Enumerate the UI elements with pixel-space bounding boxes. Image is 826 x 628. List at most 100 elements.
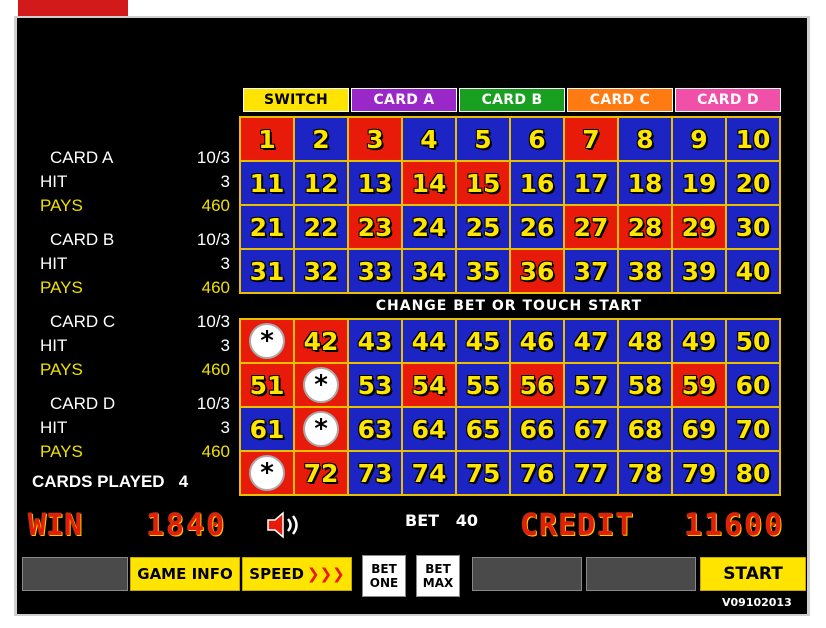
keno-number-67[interactable]: 67 bbox=[565, 408, 617, 450]
keno-number-49[interactable]: 49 bbox=[673, 320, 725, 362]
keno-number-52[interactable]: * bbox=[295, 364, 347, 406]
keno-number-21[interactable]: 21 bbox=[241, 206, 293, 248]
keno-number-64[interactable]: 64 bbox=[403, 408, 455, 450]
keno-number-54[interactable]: 54 bbox=[403, 364, 455, 406]
game-info-button[interactable]: GAME INFO bbox=[130, 557, 240, 591]
keno-number-22[interactable]: 22 bbox=[295, 206, 347, 248]
keno-number-79[interactable]: 79 bbox=[673, 452, 725, 494]
keno-number-32[interactable]: 32 bbox=[295, 250, 347, 292]
keno-number-41[interactable]: * bbox=[241, 320, 293, 362]
keno-number-23[interactable]: 23 bbox=[349, 206, 401, 248]
keno-number-53[interactable]: 53 bbox=[349, 364, 401, 406]
keno-number-72[interactable]: 72 bbox=[295, 452, 347, 494]
keno-number-51[interactable]: 51 bbox=[241, 364, 293, 406]
keno-number-42[interactable]: 42 bbox=[295, 320, 347, 362]
keno-number-18[interactable]: 18 bbox=[619, 162, 671, 204]
keno-number-68[interactable]: 68 bbox=[619, 408, 671, 450]
bet-one-button[interactable]: BET ONE bbox=[362, 555, 406, 597]
keno-number-34[interactable]: 34 bbox=[403, 250, 455, 292]
keno-number-50[interactable]: 50 bbox=[727, 320, 779, 362]
keno-number-5[interactable]: 5 bbox=[457, 118, 509, 160]
keno-number-47[interactable]: 47 bbox=[565, 320, 617, 362]
keno-number-70[interactable]: 70 bbox=[727, 408, 779, 450]
keno-number-78[interactable]: 78 bbox=[619, 452, 671, 494]
keno-number-label: 35 bbox=[465, 256, 501, 286]
keno-number-55[interactable]: 55 bbox=[457, 364, 509, 406]
keno-number-2[interactable]: 2 bbox=[295, 118, 347, 160]
keno-number-40[interactable]: 40 bbox=[727, 250, 779, 292]
keno-number-36[interactable]: 36 bbox=[511, 250, 563, 292]
blank-button-right[interactable] bbox=[586, 557, 696, 591]
keno-number-10[interactable]: 10 bbox=[727, 118, 779, 160]
keno-number-11[interactable]: 11 bbox=[241, 162, 293, 204]
speed-button[interactable]: SPEED ❯❯❯ bbox=[242, 557, 352, 591]
keno-number-label: 37 bbox=[573, 256, 609, 286]
keno-number-62[interactable]: * bbox=[295, 408, 347, 450]
bet-max-button[interactable]: BET MAX bbox=[416, 555, 460, 597]
start-button[interactable]: START bbox=[700, 557, 806, 591]
keno-number-45[interactable]: 45 bbox=[457, 320, 509, 362]
keno-number-73[interactable]: 73 bbox=[349, 452, 401, 494]
keno-number-25[interactable]: 25 bbox=[457, 206, 509, 248]
keno-number-19[interactable]: 19 bbox=[673, 162, 725, 204]
keno-number-60[interactable]: 60 bbox=[727, 364, 779, 406]
keno-number-74[interactable]: 74 bbox=[403, 452, 455, 494]
keno-number-37[interactable]: 37 bbox=[565, 250, 617, 292]
keno-number-63[interactable]: 63 bbox=[349, 408, 401, 450]
tab-card-c[interactable]: CARD C bbox=[567, 88, 673, 112]
keno-number-65[interactable]: 65 bbox=[457, 408, 509, 450]
keno-number-31[interactable]: 31 bbox=[241, 250, 293, 292]
keno-number-48[interactable]: 48 bbox=[619, 320, 671, 362]
card-label: CARD D bbox=[50, 394, 116, 413]
keno-number-69[interactable]: 69 bbox=[673, 408, 725, 450]
speaker-icon[interactable] bbox=[265, 510, 305, 540]
keno-number-33[interactable]: 33 bbox=[349, 250, 401, 292]
tab-card-d[interactable]: CARD D bbox=[675, 88, 781, 112]
keno-number-17[interactable]: 17 bbox=[565, 162, 617, 204]
keno-number-76[interactable]: 76 bbox=[511, 452, 563, 494]
keno-number-30[interactable]: 30 bbox=[727, 206, 779, 248]
keno-number-6[interactable]: 6 bbox=[511, 118, 563, 160]
keno-number-71[interactable]: * bbox=[241, 452, 293, 494]
keno-number-28[interactable]: 28 bbox=[619, 206, 671, 248]
keno-number-75[interactable]: 75 bbox=[457, 452, 509, 494]
keno-number-46[interactable]: 46 bbox=[511, 320, 563, 362]
keno-number-29[interactable]: 29 bbox=[673, 206, 725, 248]
keno-number-77[interactable]: 77 bbox=[565, 452, 617, 494]
keno-number-80[interactable]: 80 bbox=[727, 452, 779, 494]
keno-number-20[interactable]: 20 bbox=[727, 162, 779, 204]
keno-number-13[interactable]: 13 bbox=[349, 162, 401, 204]
keno-number-59[interactable]: 59 bbox=[673, 364, 725, 406]
keno-number-27[interactable]: 27 bbox=[565, 206, 617, 248]
keno-number-15[interactable]: 15 bbox=[457, 162, 509, 204]
keno-number-1[interactable]: 1 bbox=[241, 118, 293, 160]
keno-number-7[interactable]: 7 bbox=[565, 118, 617, 160]
tab-card-a[interactable]: CARD A bbox=[351, 88, 457, 112]
hit-value: 3 bbox=[220, 418, 230, 437]
keno-number-26[interactable]: 26 bbox=[511, 206, 563, 248]
keno-number-24[interactable]: 24 bbox=[403, 206, 455, 248]
keno-number-12[interactable]: 12 bbox=[295, 162, 347, 204]
keno-number-56[interactable]: 56 bbox=[511, 364, 563, 406]
keno-number-57[interactable]: 57 bbox=[565, 364, 617, 406]
keno-number-16[interactable]: 16 bbox=[511, 162, 563, 204]
tab-card-b[interactable]: CARD B bbox=[459, 88, 565, 112]
keno-number-4[interactable]: 4 bbox=[403, 118, 455, 160]
keno-number-43[interactable]: 43 bbox=[349, 320, 401, 362]
keno-number-35[interactable]: 35 bbox=[457, 250, 509, 292]
keno-number-14[interactable]: 14 bbox=[403, 162, 455, 204]
blank-button-mid[interactable] bbox=[472, 557, 582, 591]
keno-number-39[interactable]: 39 bbox=[673, 250, 725, 292]
keno-number-66[interactable]: 66 bbox=[511, 408, 563, 450]
keno-number-8[interactable]: 8 bbox=[619, 118, 671, 160]
switch-tab[interactable]: SWITCH bbox=[243, 88, 349, 112]
keno-number-label: 15 bbox=[465, 168, 501, 198]
keno-number-3[interactable]: 3 bbox=[349, 118, 401, 160]
blank-button-left[interactable] bbox=[22, 557, 128, 591]
card-c-hit-row: HIT 3 bbox=[40, 336, 230, 358]
keno-number-9[interactable]: 9 bbox=[673, 118, 725, 160]
keno-number-61[interactable]: 61 bbox=[241, 408, 293, 450]
keno-number-38[interactable]: 38 bbox=[619, 250, 671, 292]
keno-number-44[interactable]: 44 bbox=[403, 320, 455, 362]
keno-number-58[interactable]: 58 bbox=[619, 364, 671, 406]
